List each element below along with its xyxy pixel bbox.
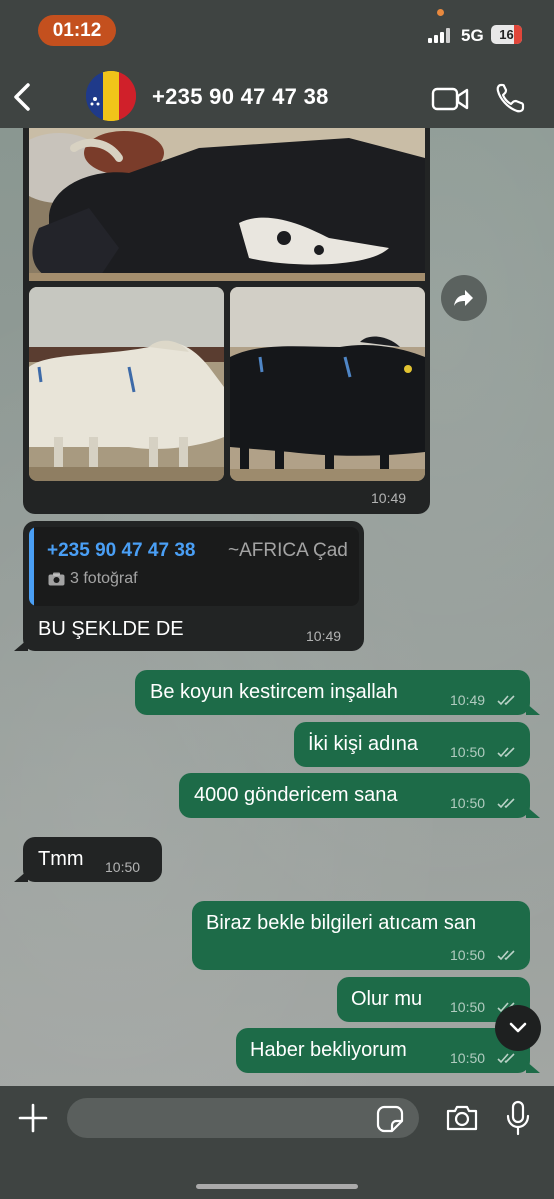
read-ticks-icon — [497, 1053, 515, 1064]
sticker-icon[interactable] — [376, 1105, 404, 1133]
status-bar: 01:12 5G 16 — [0, 0, 554, 60]
phone-call-icon[interactable] — [495, 82, 525, 114]
message-time: 10:49 — [450, 692, 486, 708]
message-text: Tmm — [38, 848, 84, 870]
message-text: BU ŞEKLDE DE — [38, 618, 184, 640]
read-ticks-icon — [497, 950, 515, 961]
cattle-photo-3[interactable] — [230, 287, 425, 481]
message-time: 10:50 — [105, 859, 141, 875]
message-time: 10:50 — [450, 1050, 486, 1066]
quoted-group: ~AFRICA Çad — [228, 540, 348, 561]
signal-icon — [428, 27, 454, 43]
read-ticks-icon — [497, 798, 515, 809]
network-type: 5G — [461, 26, 484, 45]
home-indicator[interactable] — [196, 1184, 358, 1189]
scroll-down-icon — [509, 1022, 527, 1033]
avatar-flag-icon — [86, 71, 136, 121]
back-icon[interactable] — [10, 82, 36, 112]
bubble-tail — [526, 703, 540, 715]
quoted-message[interactable] — [29, 527, 359, 606]
message-time: 10:50 — [450, 999, 486, 1015]
quoted-text: 3 fotoğraf — [70, 570, 138, 587]
message-text: 4000 göndericem sana — [194, 784, 398, 806]
privacy-indicator-dot — [437, 9, 444, 16]
avatar[interactable] — [86, 71, 136, 121]
camera-icon[interactable] — [445, 1104, 479, 1132]
scroll-down-button[interactable] — [495, 1005, 541, 1051]
quoted-sender: +235 90 47 47 38 — [47, 540, 196, 561]
quote-accent-bar — [29, 527, 34, 606]
message-text: Biraz bekle bilgileri atıcam san — [206, 912, 477, 934]
cattle-photo-1[interactable] — [29, 128, 425, 281]
message-text: Haber bekliyorum — [250, 1039, 407, 1061]
cattle-photo-2[interactable] — [29, 287, 224, 481]
battery-level: 16 — [499, 27, 514, 42]
message-time: 10:49 — [306, 628, 342, 644]
plus-icon[interactable] — [18, 1103, 48, 1133]
forward-icon — [454, 290, 473, 306]
camera-small-icon — [48, 572, 65, 586]
message-text: Olur mu — [351, 988, 423, 1010]
read-ticks-icon — [497, 747, 515, 758]
video-call-icon[interactable] — [431, 86, 469, 112]
read-ticks-icon — [497, 695, 515, 706]
message-text: İki kişi adına — [308, 733, 419, 755]
bubble-tail — [526, 1061, 540, 1073]
media-message-time: 10:49 — [371, 490, 407, 506]
forward-button[interactable] — [441, 275, 487, 321]
message-input[interactable] — [67, 1098, 419, 1138]
message-text: Be koyun kestircem inşallah — [150, 681, 398, 703]
bubble-tail — [526, 806, 540, 818]
bubble-tail — [14, 639, 28, 651]
bubble-tail — [14, 870, 28, 882]
battery-icon: 16 — [491, 25, 522, 44]
contact-name[interactable]: +235 90 47 47 38 — [152, 84, 329, 110]
message-time: 10:50 — [450, 947, 486, 963]
status-time[interactable]: 01:12 — [38, 15, 116, 46]
message-time: 10:50 — [450, 795, 486, 811]
mic-icon[interactable] — [505, 1100, 531, 1136]
message-time: 10:50 — [450, 744, 486, 760]
